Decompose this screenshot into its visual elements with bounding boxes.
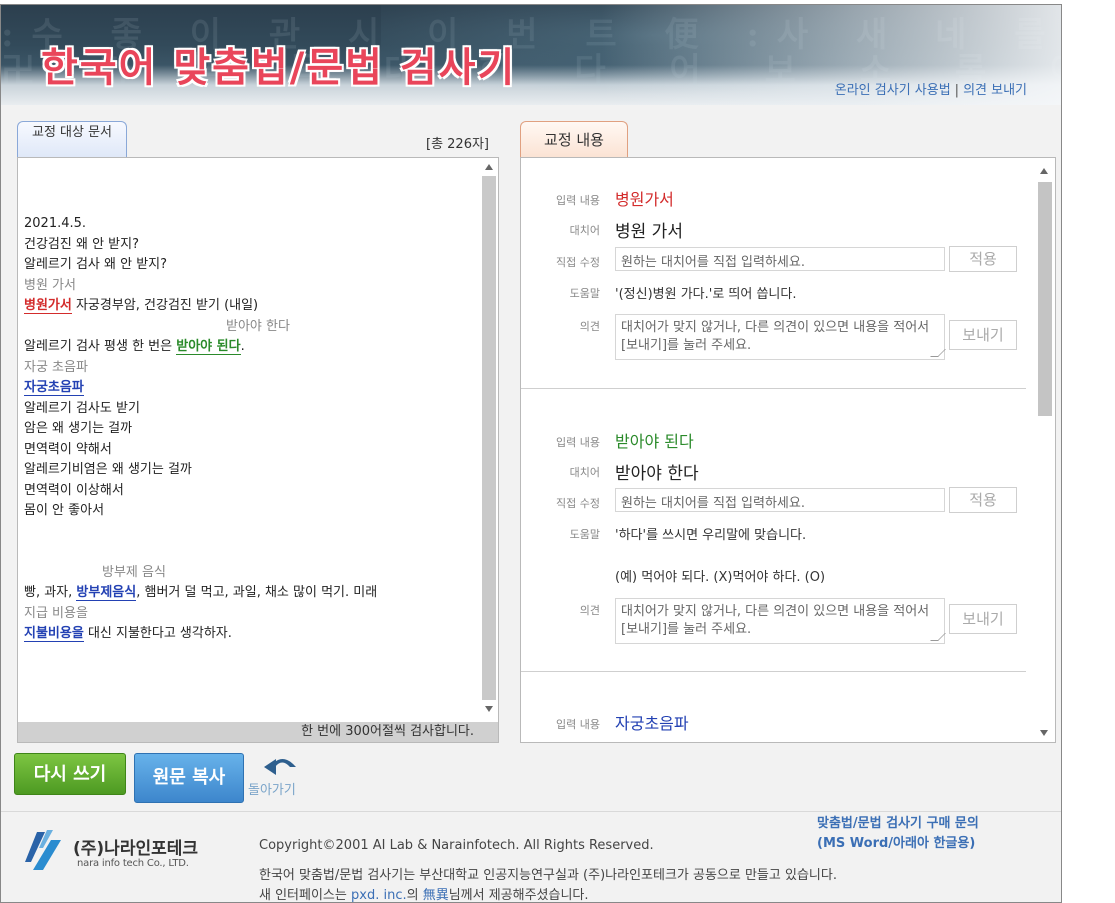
suggestion-line: 자궁 초음파 — [24, 358, 484, 379]
text-line: 알레르기비염은 왜 생기는 걸까 — [24, 462, 192, 477]
text-line: 면역력이 약해서 — [24, 441, 112, 457]
pxd-link[interactable]: pxd. inc. — [351, 888, 407, 902]
error-word[interactable]: 병원가서 — [24, 298, 72, 314]
input-label: 입력 내용 — [556, 436, 600, 449]
scroll-down-icon[interactable] — [1040, 730, 1048, 736]
scroll-down-icon[interactable] — [485, 706, 493, 712]
input-word: 병원가서 — [615, 190, 674, 209]
text-line: 암은 왜 생기는 걸까 — [24, 421, 133, 436]
text-line: 지불비용을 대신 지불한다고 생각하자. — [24, 626, 232, 642]
replace-label: 대치어 — [569, 466, 600, 479]
tab-target-document[interactable]: 교정 대상 문서 — [17, 121, 127, 157]
input-word: 받아야 된다 — [615, 432, 694, 451]
copy-original-button[interactable]: 원문 복사 — [134, 753, 244, 803]
scroll-up-icon[interactable] — [485, 164, 493, 170]
entry-divider — [521, 671, 1026, 672]
suggestion-text: 지급 비용을 — [24, 605, 88, 621]
suggestion-text: 방부제 음식 — [102, 564, 166, 580]
help-example: (예) 먹어야 되다. (X)먹어야 하다. (O) — [615, 570, 826, 585]
company-logo-icon — [25, 830, 61, 870]
text-line: 알레르기 검사 왜 안 받지? — [24, 257, 168, 272]
direct-edit-input[interactable]: 원하는 대치어를 직접 입력하세요. — [615, 247, 945, 271]
opinion-label: 의견 — [579, 320, 600, 333]
input-label: 입력 내용 — [556, 718, 600, 731]
help-label: 도움말 — [569, 287, 600, 300]
error-word[interactable]: 자궁초음파 — [24, 380, 84, 396]
error-word[interactable]: 방부제음식 — [76, 585, 137, 601]
suggestion-text: 받아야 한다 — [226, 318, 290, 334]
opinion-label: 의견 — [579, 604, 600, 617]
footer-line: 새 인터페이스는 pxd. inc.의 無異님께서 제공해주셨습니다. — [259, 888, 589, 903]
char-count: [총 226자] — [426, 137, 490, 152]
suggestion-line: 방부제 음식 — [24, 563, 484, 584]
copyright-text: Copyright©2001 AI Lab & Narainfotech. Al… — [259, 838, 654, 853]
scrollbar-thumb[interactable] — [1038, 182, 1052, 416]
text-line: 알레르기 검사 평생 한 번은 받아야 된다. — [24, 339, 245, 355]
send-button[interactable]: 보내기 — [949, 604, 1017, 634]
resize-grip-icon[interactable] — [930, 633, 946, 641]
text-line: 2021.4.5. — [24, 216, 87, 231]
go-back-label: 돌아가기 — [248, 783, 296, 798]
suggestion-text: 병원 가서 — [24, 277, 76, 293]
text-line: 몸이 안 좋아서 — [24, 503, 105, 518]
scrollbar-thumb[interactable] — [482, 176, 496, 700]
text-line: 건강검진 왜 안 받지? — [24, 236, 139, 252]
replace-label: 대치어 — [569, 224, 600, 237]
text-line: 자궁초음파 — [24, 378, 484, 399]
opinion-textarea[interactable]: 대치어가 맞지 않거나, 다른 의견이 있으면 내용을 적어서 [보내기]를 눌… — [615, 598, 946, 644]
input-word: 자궁초음파 — [615, 714, 689, 733]
go-back-button[interactable]: 돌아가기 — [248, 759, 318, 799]
entry-divider — [521, 388, 1026, 389]
text-line: 알레르기 검사도 받기 — [24, 400, 140, 416]
site-title[interactable]: 한국어 맞춤법/문법 검사기 — [41, 35, 516, 93]
help-label: 도움말 — [569, 528, 600, 541]
opinion-textarea[interactable]: 대치어가 맞지 않거나, 다른 의견이 있으면 내용을 적어서 [보내기]를 눌… — [615, 314, 946, 360]
link-separator: | — [954, 83, 960, 98]
company-logo: (주)나라인포테크 nara info tech Co., LTD. — [21, 826, 241, 876]
error-word[interactable]: 지불비용을 — [24, 626, 84, 642]
replacement-word[interactable]: 병원 가서 — [615, 217, 683, 242]
left-scrollbar[interactable] — [482, 160, 496, 716]
rewrite-button[interactable]: 다시 쓰기 — [14, 753, 126, 795]
direct-edit-label: 직접 수정 — [556, 497, 600, 510]
header-links: 온라인 검사기 사용법 | 의견 보내기 — [835, 79, 1027, 98]
site-footer: (주)나라인포테크 nara info tech Co., LTD. Copyr… — [1, 811, 1061, 903]
apply-button[interactable]: 적용 — [949, 487, 1017, 513]
text-line: 빵, 과자, 방부제음식, 햄버거 덜 먹고, 과일, 채소 많이 먹기. 미래 — [24, 585, 378, 601]
resize-grip-icon[interactable] — [930, 349, 946, 357]
right-scrollbar[interactable] — [1037, 164, 1053, 740]
correction-panel: 입력 내용 병원가서 대치어 병원 가서 직접 수정 원하는 대치어를 직접 입… — [520, 157, 1056, 743]
replacement-word[interactable]: 받아야 한다 — [615, 459, 699, 484]
suggestion-text: 자궁 초음파 — [24, 359, 88, 375]
suggestion-line: 지급 비용을 — [24, 604, 484, 625]
input-label: 입력 내용 — [556, 194, 600, 207]
text-line: 병원가서 자궁경부암, 건강검진 받기 (내일) — [24, 298, 259, 314]
send-button[interactable]: 보내기 — [949, 320, 1017, 350]
purchase-inquiry-link[interactable]: 맞춤법/문법 검사기 구매 문의 (MS Word/아래아 한글용) — [817, 814, 979, 854]
usage-guide-link[interactable]: 온라인 검사기 사용법 — [835, 83, 951, 98]
company-name-en: nara info tech Co., LTD. — [77, 858, 189, 869]
help-text: '(정신)병원 가다.'로 띄어 씁니다. — [615, 287, 797, 302]
send-feedback-link[interactable]: 의견 보내기 — [963, 83, 1027, 98]
site-header: :수 좋 이 관 시 이 번 트 便 :사 새 네 를 무 니 이 文 나 卍 … — [1, 5, 1061, 105]
check-limit-note: 한 번에 300어절씩 검사합니다. — [18, 722, 498, 742]
suggestion-line: 받아야 한다 — [24, 317, 484, 338]
scroll-up-icon[interactable] — [1040, 168, 1048, 174]
error-word[interactable]: 받아야 된다 — [176, 339, 241, 355]
direct-edit-input[interactable]: 원하는 대치어를 직접 입력하세요. — [615, 488, 945, 512]
document-text: 2021.4.5. 건강검진 왜 안 받지? 알레르기 검사 왜 안 받지? 병… — [24, 214, 484, 645]
tab-correction-content[interactable]: 교정 내용 — [520, 121, 628, 157]
help-text: '하다'를 쓰시면 우리말에 맞습니다. — [615, 528, 807, 543]
company-name: (주)나라인포테크 — [73, 839, 199, 859]
footer-description: 한국어 맞춤법/문법 검사기는 부산대학교 인공지능연구실과 (주)나라인포테크… — [259, 866, 837, 903]
direct-edit-label: 직접 수정 — [556, 256, 600, 269]
app-window: :수 좋 이 관 시 이 번 트 便 :사 새 네 를 무 니 이 文 나 卍 … — [0, 4, 1062, 903]
text-line: 면역력이 이상해서 — [24, 482, 124, 498]
footer-line: 한국어 맞춤법/문법 검사기는 부산대학교 인공지능연구실과 (주)나라인포테크… — [259, 868, 837, 883]
suggestion-line: 병원 가서 — [24, 276, 484, 297]
back-arrow-icon — [264, 759, 296, 775]
apply-button[interactable]: 적용 — [949, 246, 1017, 272]
contributor-link[interactable]: 無異 — [423, 888, 449, 902]
target-document-panel: 2021.4.5. 건강검진 왜 안 받지? 알레르기 검사 왜 안 받지? 병… — [17, 157, 499, 743]
